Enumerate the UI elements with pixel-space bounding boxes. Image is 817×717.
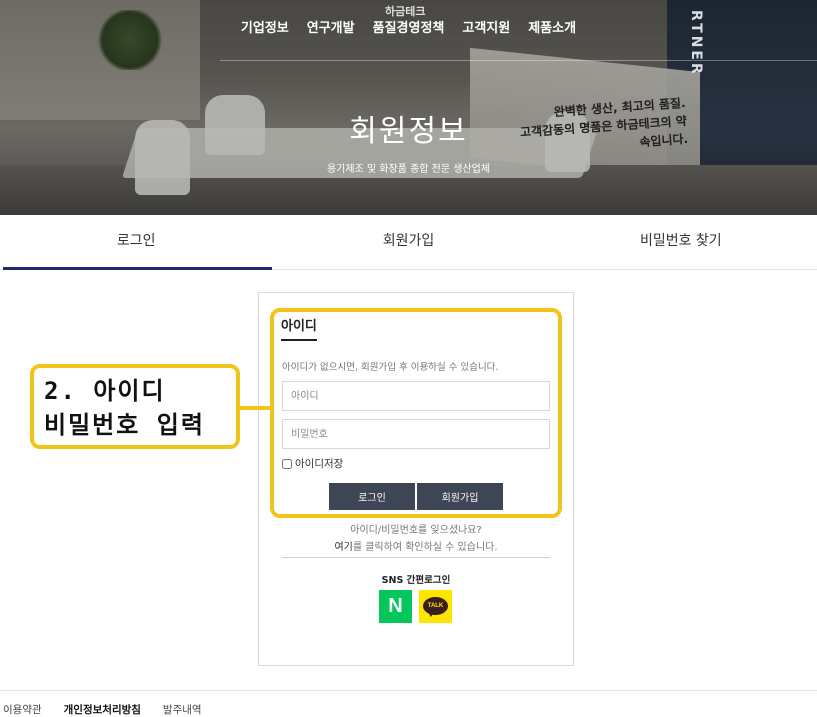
footer-links: 이용약관 개인정보처리방침 발주내역	[0, 702, 817, 717]
kakao-bubble-tail	[428, 612, 434, 617]
tab-login[interactable]: 로그인	[0, 215, 273, 270]
footer-divider	[0, 690, 817, 691]
nav-divider	[220, 60, 817, 61]
page-subtitle: 용기제조 및 화장품 종합 전문 생산업체	[326, 164, 491, 175]
main-nav: 기업정보 연구개발 품질경영정책 고객지원 제품소개	[0, 18, 817, 42]
annotation-callout: 2. 아이디 비밀번호 입력	[30, 364, 240, 449]
page-title: 회원정보	[349, 114, 468, 149]
nav-item-products[interactable]: 제품소개	[519, 18, 585, 42]
footer-privacy-link[interactable]: 개인정보처리방침	[64, 702, 141, 717]
annotation-line-1: 2. 아이디	[44, 377, 166, 405]
find-account-help-text: 를 클릭하여 확인하실 수 있습니다.	[352, 542, 498, 553]
nav-item-support[interactable]: 고객지원	[453, 18, 519, 42]
sns-login-title: SNS 간편로그인	[381, 575, 451, 586]
nav-item-quality[interactable]: 품질경영정책	[364, 18, 454, 42]
footer-orders-link[interactable]: 발주내역	[163, 702, 202, 717]
find-account-text: 아이디/비밀번호를 잊으셨나요?	[350, 525, 482, 536]
hero-banner: 하금테크 RTNER 완벽한 생산, 최고의 품질. 고객감동의 명품은 하금테…	[0, 0, 817, 215]
tab-find-password[interactable]: 비밀번호 찾기	[545, 215, 817, 269]
footer-terms-link[interactable]: 이용약관	[3, 702, 42, 717]
login-divider	[282, 557, 550, 558]
kakao-login-icon[interactable]: TALK	[419, 590, 452, 623]
naver-login-icon[interactable]: N	[379, 590, 412, 623]
find-account-help: 여기를 클릭하여 확인하실 수 있습니다.	[259, 538, 573, 553]
annotation-line-2: 비밀번호 입력	[44, 411, 205, 439]
nav-item-company[interactable]: 기업정보	[232, 18, 298, 42]
kakao-bubble-icon: TALK	[423, 597, 448, 615]
nav-item-research[interactable]: 연구개발	[298, 18, 364, 42]
find-account-link[interactable]: 여기	[334, 542, 352, 553]
member-tabs: 로그인 회원가입 비밀번호 찾기	[0, 215, 817, 270]
tab-join[interactable]: 회원가입	[272, 215, 544, 269]
annotation-highlight-box	[270, 308, 562, 518]
annotation-connector	[240, 406, 274, 410]
hero-sign: 하금테크	[385, 5, 426, 18]
